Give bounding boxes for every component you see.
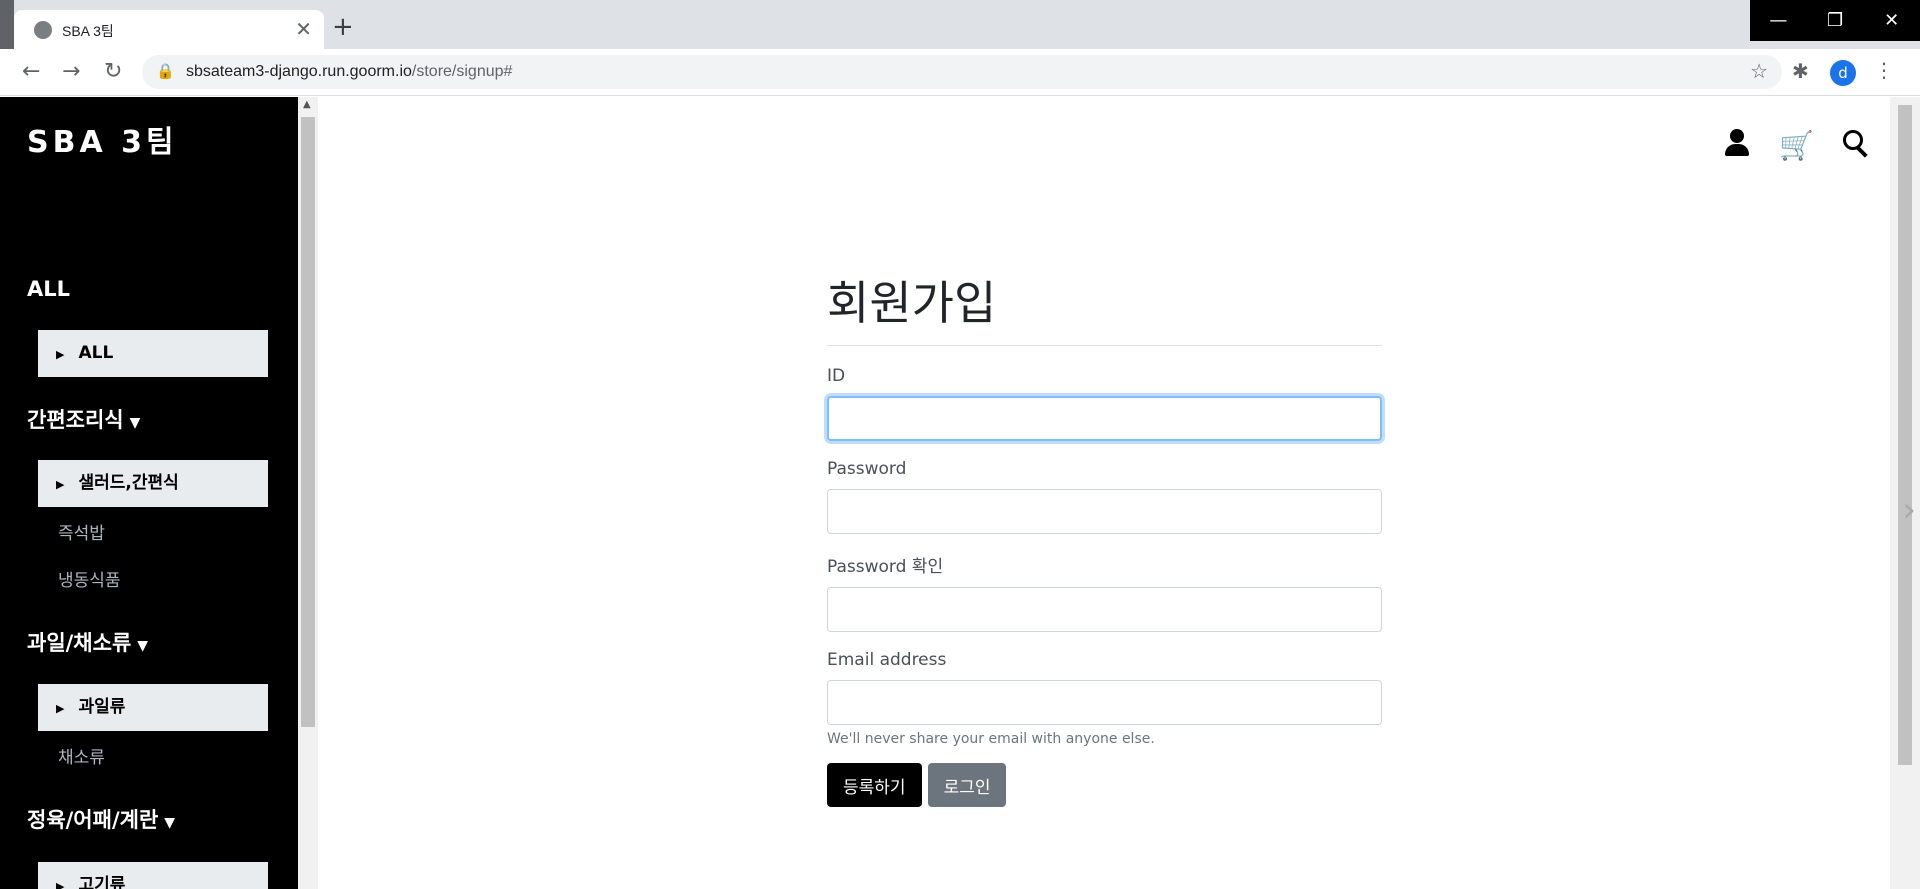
window-controls: — ❐ ✕ xyxy=(1750,0,1920,41)
cart-icon[interactable]: 🛒 xyxy=(1779,129,1814,162)
bookmark-star-icon[interactable]: ☆ xyxy=(1750,59,1768,83)
password-label: Password xyxy=(827,459,907,479)
category-fruits-vegetables[interactable]: 과일/채소류 ▼ xyxy=(27,627,148,657)
reload-icon[interactable]: ↻ xyxy=(104,59,122,84)
category-instant-meals[interactable]: 간편조리식 ▼ xyxy=(27,404,140,434)
scroll-up-icon[interactable]: ▲ xyxy=(303,99,311,110)
email-label: Email address xyxy=(827,650,947,670)
tabstrip-edge xyxy=(0,0,14,49)
caret-right-icon: ▶ xyxy=(56,880,65,889)
main-content: 🛒 회원가입 ID Password Password 확인 Email add… xyxy=(318,97,1890,889)
sidebar-scroll-thumb[interactable] xyxy=(301,117,315,727)
tab-title: SBA 3팀 xyxy=(62,23,114,39)
search-icon[interactable] xyxy=(1842,129,1870,158)
lock-icon[interactable]: 🔒 xyxy=(156,62,175,80)
header-icons: 🛒 xyxy=(1723,129,1870,162)
caret-down-icon: ▼ xyxy=(137,638,149,654)
minimize-icon[interactable]: — xyxy=(1750,0,1807,41)
site-brand[interactable]: SBA 3팀 xyxy=(27,117,178,161)
caret-right-icon: ▶ xyxy=(56,702,65,715)
url-text[interactable]: sbsateam3-django.run.goorm.io/store/sign… xyxy=(186,63,512,81)
password-confirm-input[interactable] xyxy=(827,587,1382,632)
caret-right-icon: ▶ xyxy=(56,478,65,491)
profile-avatar[interactable]: d xyxy=(1830,60,1856,86)
sidebar-scrollbar[interactable]: ▲ xyxy=(298,97,318,889)
page-scroll-thumb[interactable] xyxy=(1898,105,1912,765)
back-arrow-overlay-icon: ← xyxy=(16,12,35,37)
register-button[interactable]: 등록하기 xyxy=(827,763,922,807)
caret-down-icon: ▼ xyxy=(129,415,141,431)
address-bar[interactable]: 🔒 sbsateam3-django.run.goorm.io/store/si… xyxy=(142,55,1782,89)
sidebar-item-fruits[interactable]: ▶ 과일류 xyxy=(38,684,268,731)
sidebar-item-salad[interactable]: ▶ 샐러드,간편식 xyxy=(38,460,268,507)
restore-icon[interactable]: ❐ xyxy=(1807,0,1864,41)
close-tab-icon[interactable]: ✕ xyxy=(295,17,312,41)
sidebar: SBA 3팀 ALL ▶ ALL 간편조리식 ▼ ▶ 샐러드,간편식 즉석밥 냉동식품… xyxy=(0,97,298,889)
sidebar-item-meat[interactable]: ▶ 고기류 xyxy=(38,862,268,889)
email-help-text: We'll never share your email with anyone… xyxy=(827,731,1155,747)
id-label: ID xyxy=(827,366,846,386)
close-window-icon[interactable]: ✕ xyxy=(1863,0,1920,41)
new-tab-icon[interactable]: + xyxy=(332,14,354,40)
id-input[interactable] xyxy=(827,396,1382,441)
globe-icon xyxy=(34,21,52,39)
sidebar-item-frozen-food[interactable]: 냉동식품 xyxy=(58,566,121,591)
forward-icon[interactable]: → xyxy=(62,59,80,84)
browser-tabstrip: ← SBA 3팀 ✕ + — ❐ ✕ xyxy=(0,0,1920,49)
signup-form: 회원가입 ID Password Password 확인 Email addre… xyxy=(827,267,1382,807)
chevron-right-icon[interactable]: › xyxy=(1902,490,1916,530)
category-all[interactable]: ALL xyxy=(27,277,70,301)
user-icon[interactable] xyxy=(1723,129,1751,157)
caret-down-icon: ▼ xyxy=(164,815,176,831)
sidebar-item-instant-rice[interactable]: 즉석밥 xyxy=(58,519,105,544)
sidebar-item-vegetables[interactable]: 채소류 xyxy=(58,743,105,768)
category-meat-seafood-eggs[interactable]: 정육/어패/계란 ▼ xyxy=(27,804,175,834)
browser-menu-icon[interactable]: ⋮ xyxy=(1874,58,1894,82)
caret-right-icon: ▶ xyxy=(56,348,65,361)
browser-tab[interactable]: ← SBA 3팀 ✕ xyxy=(14,10,324,49)
page-title: 회원가입 xyxy=(827,267,1382,346)
extensions-icon[interactable]: ✱ xyxy=(1792,59,1809,83)
login-button[interactable]: 로그인 xyxy=(927,763,1007,807)
password-input[interactable] xyxy=(827,489,1382,534)
sidebar-item-all[interactable]: ▶ ALL xyxy=(38,330,268,377)
email-input[interactable] xyxy=(827,680,1382,725)
password-confirm-label: Password 확인 xyxy=(827,557,944,577)
browser-toolbar: ← → ↻ 🔒 sbsateam3-django.run.goorm.io/st… xyxy=(0,49,1920,96)
form-buttons: 등록하기 로그인 xyxy=(827,763,1382,807)
back-icon[interactable]: ← xyxy=(22,59,40,84)
